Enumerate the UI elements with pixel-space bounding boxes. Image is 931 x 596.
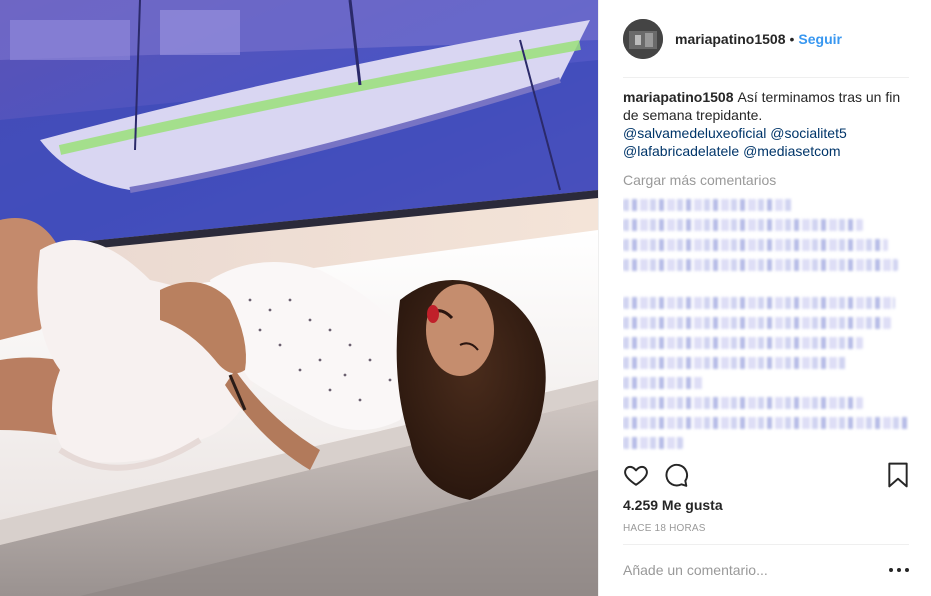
post-photo[interactable] xyxy=(0,0,598,596)
load-more-comments-button[interactable]: Cargar más comentarios xyxy=(623,171,909,189)
blurred-comment-line xyxy=(623,337,863,349)
blurred-comment-line xyxy=(623,377,703,389)
comment-divider xyxy=(623,544,909,545)
blurred-comment-line xyxy=(623,259,898,271)
mention-link[interactable]: @salvamedeluxeoficial xyxy=(623,125,766,141)
heart-outline-icon[interactable] xyxy=(623,462,649,493)
comments-section: mariapatino1508 Así terminamos tras un fi… xyxy=(623,88,909,454)
speech-bubble-icon[interactable] xyxy=(663,462,689,493)
mention-link[interactable]: @lafabricadelatele xyxy=(623,143,739,159)
blurred-comment-line xyxy=(623,397,863,409)
post-actions xyxy=(623,462,909,490)
follow-button[interactable]: Seguir xyxy=(798,31,842,47)
blurred-comment-line xyxy=(623,297,895,309)
add-comment-input[interactable] xyxy=(623,556,873,584)
blurred-comment-line xyxy=(623,219,863,231)
blurred-comment-line xyxy=(623,437,683,449)
ellipsis-icon xyxy=(889,568,909,572)
header-separator: • xyxy=(789,30,795,47)
mention-link[interactable]: @socialitet5 xyxy=(770,125,846,141)
instagram-post: mariapatino1508 • Seguir mariapatino1508… xyxy=(0,0,931,596)
post-header: mariapatino1508 • Seguir xyxy=(599,0,931,77)
blurred-comment-line xyxy=(623,357,848,369)
blurred-comment-line xyxy=(623,199,793,211)
post-sidebar: mariapatino1508 • Seguir mariapatino1508… xyxy=(598,0,931,596)
bookmark-icon[interactable] xyxy=(887,462,909,493)
header-username[interactable]: mariapatino1508 xyxy=(675,31,786,47)
post-caption: mariapatino1508 Así terminamos tras un fi… xyxy=(623,88,909,124)
blurred-comment-line xyxy=(623,317,891,329)
post-timestamp[interactable]: HACE 18 HORAS xyxy=(623,523,706,534)
mention-link[interactable]: @mediasetcom xyxy=(743,143,840,159)
likes-count[interactable]: 4.259 Me gusta xyxy=(623,497,723,513)
caption-mentions: @salvamedeluxeoficial @socialitet5 @lafa… xyxy=(623,124,909,160)
avatar-image-icon xyxy=(623,18,663,59)
more-options-button[interactable] xyxy=(888,560,910,578)
blurred-comments xyxy=(623,199,909,449)
photo-illustration xyxy=(0,0,598,596)
avatar[interactable] xyxy=(623,18,663,59)
header-divider xyxy=(623,77,909,78)
caption-username[interactable]: mariapatino1508 xyxy=(623,89,734,105)
blurred-comment-line xyxy=(623,239,888,251)
blurred-comment-line xyxy=(623,417,908,429)
